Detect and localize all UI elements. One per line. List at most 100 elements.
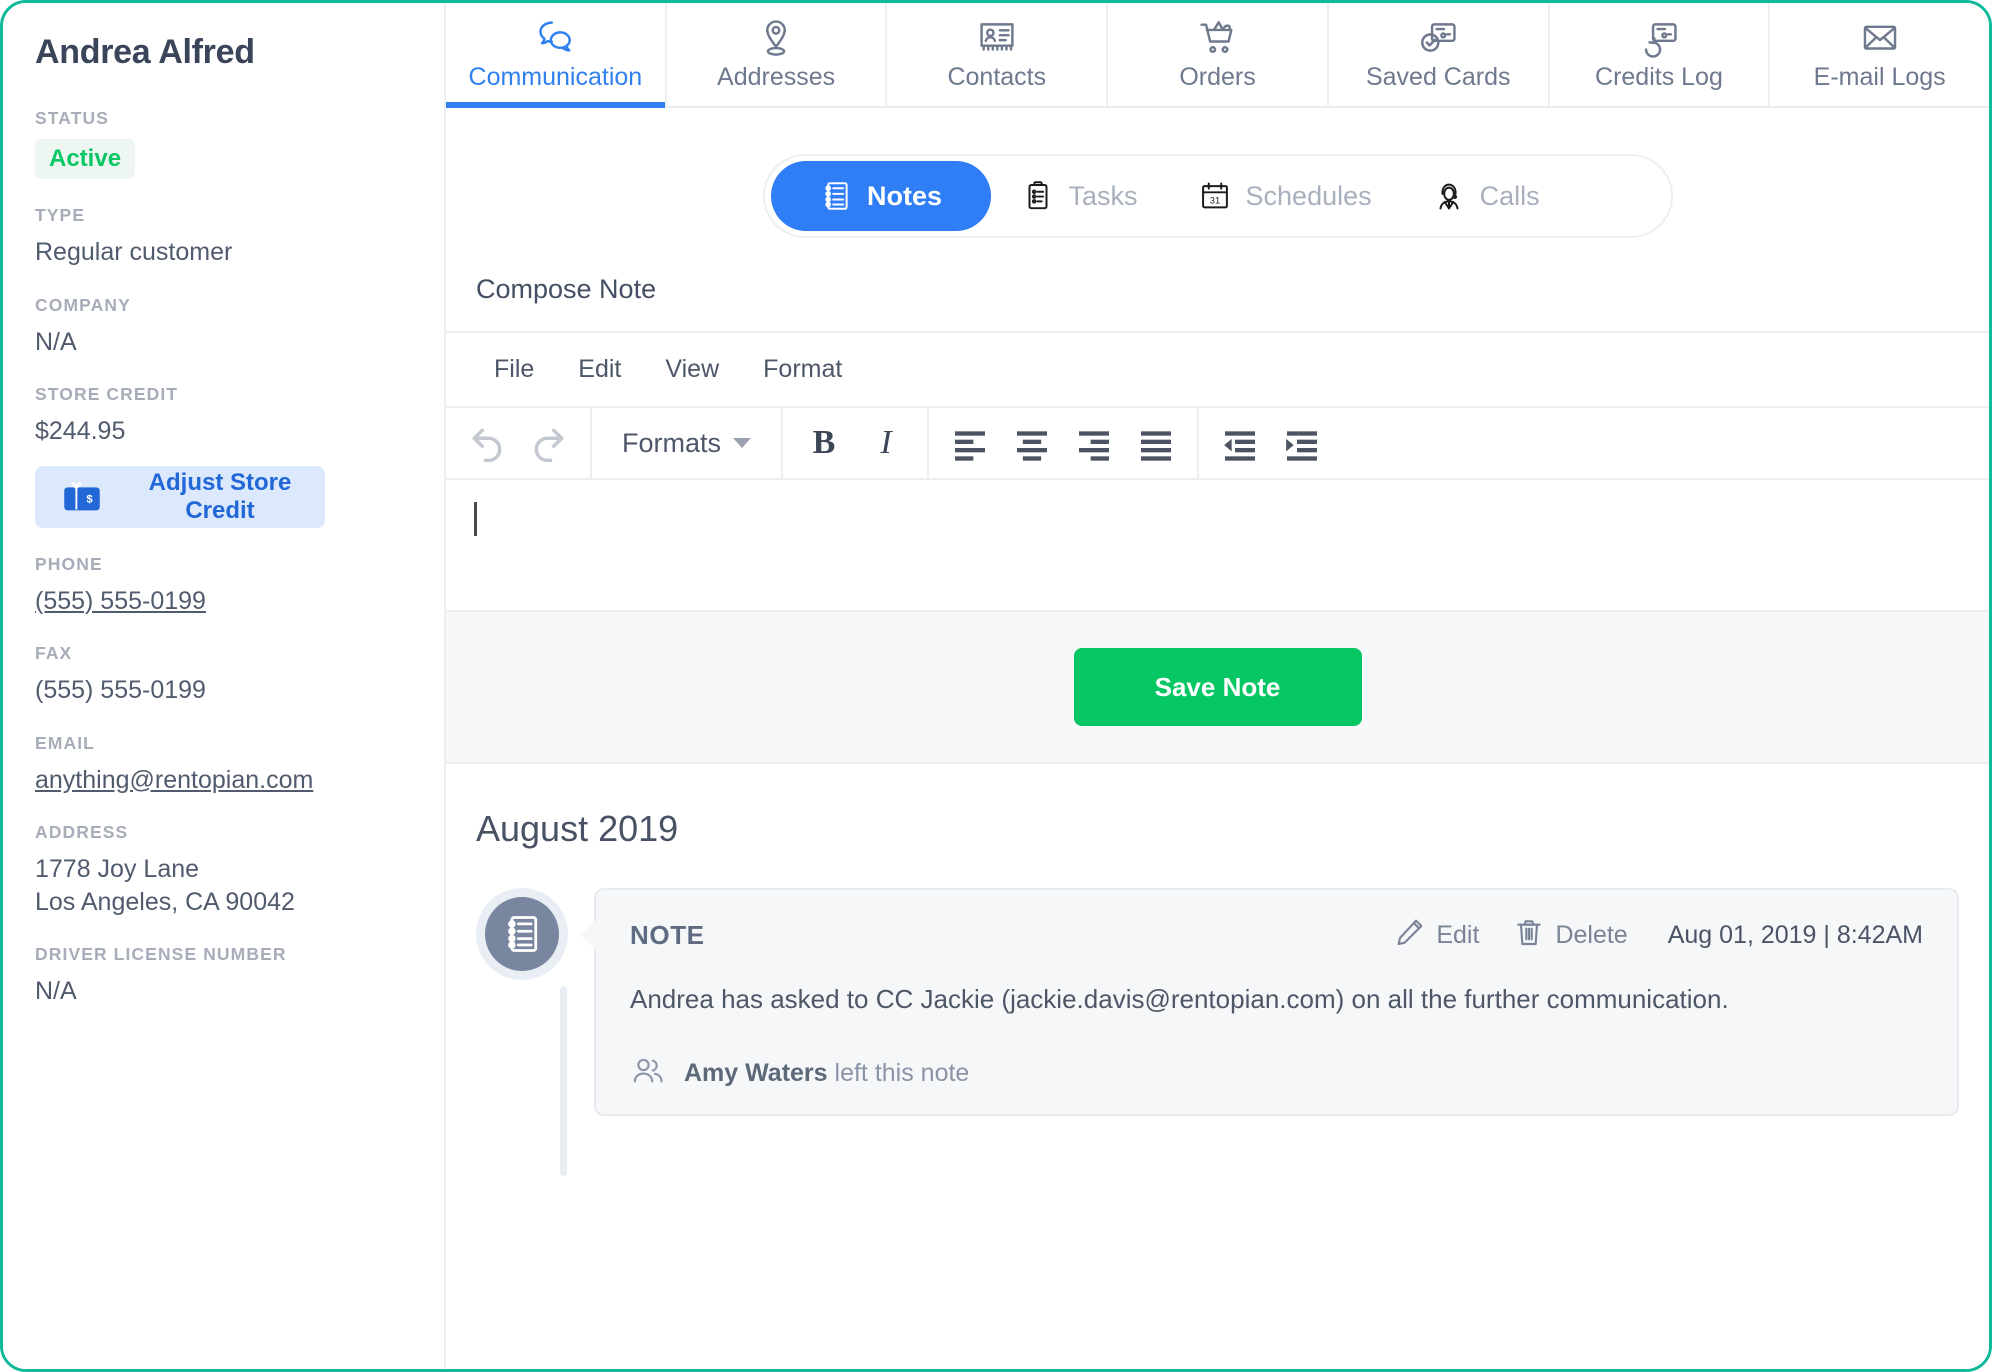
customer-sidebar: Andrea Alfred STATUS Active TYPE Regular cu…: [3, 3, 446, 1369]
pencil-icon: [1394, 916, 1426, 955]
customer-field-store-credit: STORE CREDIT $244.95: [35, 384, 412, 448]
tab-label: Credits Log: [1595, 63, 1723, 91]
field-value: $244.95: [35, 417, 126, 445]
customer-field-fax: FAX (555) 555-0199: [35, 643, 412, 707]
italic-button[interactable]: I: [855, 412, 917, 474]
toolbar-group-formats: Formats: [592, 408, 784, 478]
edit-note-button[interactable]: Edit: [1394, 916, 1479, 955]
menu-view[interactable]: View: [643, 351, 741, 388]
field-value: (555) 555-0199: [35, 676, 206, 704]
toolbar-group-style: B I: [783, 408, 930, 478]
field-value[interactable]: (555) 555-0199: [35, 585, 412, 618]
tab-contacts[interactable]: Contacts: [887, 3, 1109, 106]
segment-notes[interactable]: Notes: [770, 161, 991, 231]
timeline-avatar-ring: [476, 888, 568, 980]
segment-label: Tasks: [1068, 180, 1138, 211]
segment-tasks[interactable]: Tasks: [991, 161, 1168, 231]
field-value[interactable]: anything@rentopian.com: [35, 764, 412, 797]
menu-edit[interactable]: Edit: [556, 351, 643, 388]
segment-label: Calls: [1479, 180, 1540, 211]
shopping-cart-icon: [1197, 15, 1239, 61]
clipboard-icon: [1021, 179, 1055, 213]
adjust-store-credit-button[interactable]: $ Adjust Store Credit: [35, 465, 325, 528]
map-pin-icon: [755, 15, 797, 61]
tab-communication[interactable]: Communication: [446, 3, 667, 108]
status-badge: Active: [35, 139, 136, 179]
segmented-control-wrapper: Notes Tasks 31 Schedules Calls: [446, 108, 1989, 238]
note-editor[interactable]: [446, 480, 1989, 612]
field-label: STORE CREDIT: [35, 384, 179, 404]
bold-label: B: [812, 424, 836, 461]
notes-timeline: August 2019 NOTE Edit Delete Aug 01, 201…: [446, 764, 1989, 1369]
tab-credits-log[interactable]: Credits Log: [1549, 3, 1771, 106]
bold-button[interactable]: B: [793, 412, 855, 474]
timeline-entry: NOTE Edit Delete Aug 01, 2019 | 8:42AM A…: [476, 888, 1989, 1176]
segment-schedules[interactable]: 31 Schedules: [1168, 161, 1402, 231]
tab-orders[interactable]: Orders: [1108, 3, 1329, 106]
chevron-down-icon: [733, 438, 752, 448]
outdent-icon[interactable]: [1209, 412, 1271, 474]
trash-icon: [1513, 916, 1545, 955]
calendar-31-icon: 31: [1198, 179, 1232, 213]
compose-note-title: Compose Note: [446, 238, 1989, 333]
timeline-stem: [560, 986, 567, 1176]
customer-field-company: COMPANY N/A: [35, 295, 412, 359]
note-author-row: Amy Waters left this note: [630, 1053, 1923, 1094]
avatar: [485, 897, 559, 971]
tab-addresses[interactable]: Addresses: [666, 3, 888, 106]
tab-label: Communication: [468, 63, 643, 91]
people-icon: [630, 1053, 666, 1094]
svg-text:$: $: [86, 493, 93, 505]
tab-label: E-mail Logs: [1813, 63, 1946, 91]
customer-field-email: EMAIL anything@rentopian.com: [35, 733, 412, 797]
field-label: COMPANY: [35, 294, 131, 315]
formats-dropdown[interactable]: Formats: [602, 412, 771, 474]
align-right-icon[interactable]: [1063, 412, 1125, 474]
envelope-icon: [1859, 15, 1901, 61]
tab-e-mail-logs[interactable]: E-mail Logs: [1770, 3, 1989, 106]
note-author-name: Amy Waters: [684, 1058, 828, 1087]
undo-arrow-icon[interactable]: [456, 412, 518, 474]
editor-menubar: File Edit View Format: [446, 333, 1989, 408]
note-author-label: Amy Waters left this note: [684, 1059, 969, 1088]
field-label: ADDRESS: [35, 822, 129, 842]
tab-label: Saved Cards: [1365, 63, 1511, 91]
customer-name: Andrea Alfred: [35, 33, 255, 71]
toolbar-group-indent: [1199, 408, 1343, 478]
segment-calls[interactable]: Calls: [1402, 161, 1570, 231]
tab-label: Addresses: [717, 63, 836, 91]
customer-field-phone: PHONE (555) 555-0199: [35, 554, 412, 618]
field-value: N/A: [35, 977, 77, 1005]
align-justify-icon[interactable]: [1125, 412, 1187, 474]
field-label: PHONE: [35, 553, 103, 574]
tab-label: Orders: [1179, 63, 1256, 91]
align-center-icon[interactable]: [1001, 412, 1063, 474]
toolbar-group-history: [446, 408, 592, 478]
contact-card-icon: [976, 15, 1018, 61]
main-panel: Communication Addresses Contacts Orders Save…: [446, 3, 1989, 1369]
save-note-button[interactable]: Save Note: [1073, 648, 1362, 726]
communication-segmented-control: Notes Tasks 31 Schedules Calls: [762, 154, 1673, 238]
note-author-suffix: left this note: [827, 1058, 970, 1087]
text-caret: [474, 502, 477, 536]
timeline-month-heading: August 2019: [476, 808, 679, 849]
customer-field-address: ADDRESS 1778 Joy Lane Los Angeles, CA 900…: [35, 822, 412, 918]
primary-tabs: Communication Addresses Contacts Orders Save…: [446, 3, 1989, 108]
italic-label: I: [880, 424, 892, 461]
note-body-text: Andrea has asked to CC Jackie (jackie.da…: [630, 984, 1729, 1014]
speech-bubbles-icon: [534, 15, 576, 61]
indent-icon[interactable]: [1271, 412, 1333, 474]
notebook-icon: [819, 179, 853, 213]
menu-file[interactable]: File: [472, 351, 556, 388]
align-left-icon[interactable]: [939, 412, 1001, 474]
field-value: N/A: [35, 327, 77, 356]
menu-format[interactable]: Format: [741, 351, 864, 388]
note-timestamp: Aug 01, 2019 | 8:42AM: [1667, 921, 1923, 949]
toolbar-group-align: [929, 408, 1200, 478]
redo-arrow-icon[interactable]: [518, 412, 580, 474]
delete-note-button[interactable]: Delete: [1513, 916, 1628, 955]
gift-card-icon: $: [63, 481, 101, 512]
note-card: NOTE Edit Delete Aug 01, 2019 | 8:42AM A…: [581, 888, 1959, 1116]
tab-saved-cards[interactable]: Saved Cards: [1328, 3, 1550, 106]
edit-label: Edit: [1436, 921, 1480, 949]
